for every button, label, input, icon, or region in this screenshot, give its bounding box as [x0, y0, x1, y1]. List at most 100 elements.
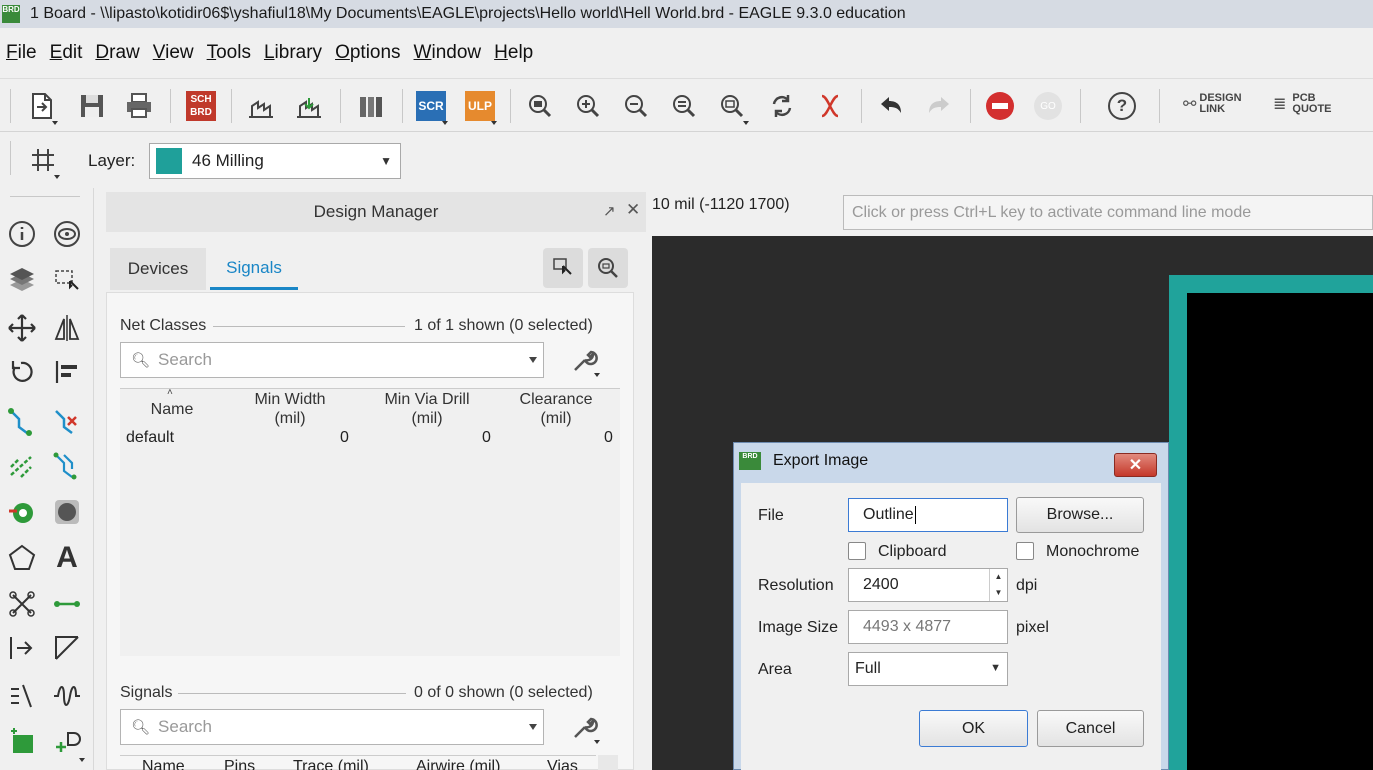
dialog-close-button[interactable]: ✕ [1114, 453, 1157, 477]
align-icon[interactable] [47, 352, 87, 392]
left-toolbox: A [0, 188, 94, 770]
monochrome-label: Monochrome [1046, 543, 1140, 560]
wrench-icon[interactable] [568, 343, 602, 377]
file-name-input[interactable]: Outline [848, 498, 1008, 532]
area-select[interactable]: Full ▼ [848, 652, 1008, 686]
menu-window[interactable]: Window [408, 42, 488, 64]
spin-down-icon[interactable]: ▼ [990, 585, 1007, 601]
eye-icon[interactable] [47, 214, 87, 254]
print-icon[interactable] [120, 87, 158, 125]
redo-icon[interactable] [920, 87, 958, 125]
wrench-icon[interactable] [568, 710, 602, 744]
resolution-spinbox[interactable]: 2400 ▲ ▼ [848, 568, 1008, 602]
wire-icon[interactable] [47, 584, 87, 624]
layer-select[interactable]: 46 Milling ▼ [149, 143, 401, 179]
column-min-via-drill[interactable]: Min Via Drill (mil) [372, 390, 482, 428]
line-icon[interactable] [47, 628, 87, 668]
cancel-button[interactable]: Cancel [1037, 710, 1144, 747]
spin-up-icon[interactable]: ▲ [990, 569, 1007, 585]
image-size-label: Image Size [758, 619, 839, 636]
ulp-icon[interactable]: ULP [461, 87, 499, 125]
autoroute-icon[interactable] [47, 446, 87, 486]
column-vias[interactable]: Vias [547, 758, 578, 770]
menu-view[interactable]: View [147, 42, 200, 64]
mirror-icon[interactable] [47, 308, 87, 348]
dialog-title-bar: BRD Export Image [739, 452, 868, 470]
zoom-previous-icon[interactable] [665, 87, 703, 125]
text-icon[interactable]: A [47, 538, 87, 578]
polygon-icon[interactable] [2, 538, 42, 578]
ok-button[interactable]: OK [919, 710, 1028, 747]
command-line-input[interactable]: Click or press Ctrl+L key to activate co… [843, 195, 1373, 230]
zoom-fit-icon[interactable] [521, 87, 559, 125]
tab-devices[interactable]: Devices [110, 248, 206, 290]
via-icon[interactable] [2, 492, 42, 532]
close-icon[interactable]: ✕ [626, 200, 640, 220]
net-classes-search-input[interactable]: 🔍︎ Search [120, 342, 544, 378]
hole-icon[interactable] [47, 492, 87, 532]
sch-brd-switch-icon[interactable]: SCH BRD [182, 87, 220, 125]
ripup-icon[interactable] [47, 402, 87, 442]
help-icon[interactable]: ? [1103, 87, 1141, 125]
column-clearance[interactable]: Clearance (mil) [510, 390, 602, 428]
ratsnest-icon[interactable] [811, 87, 849, 125]
dialog-title: Export Image [773, 452, 869, 469]
attribute-icon[interactable] [2, 628, 42, 668]
zoom-select-icon[interactable] [713, 87, 751, 125]
move-icon[interactable] [2, 308, 42, 348]
menu-draw[interactable]: Draw [89, 42, 145, 64]
meander-icon[interactable] [2, 676, 42, 716]
go-icon[interactable]: GO [1029, 87, 1067, 125]
add-component-icon[interactable] [2, 722, 42, 762]
column-min-width[interactable]: Min Width (mil) [240, 390, 340, 428]
signals-search-input[interactable]: 🔍︎ Search [120, 709, 544, 745]
route-icon[interactable] [2, 402, 42, 442]
new-file-icon[interactable] [22, 87, 60, 125]
zoom-to-icon[interactable] [588, 248, 628, 288]
zoom-out-icon[interactable] [617, 87, 655, 125]
design-link-button[interactable]: ⚯ DESIGN LINK [1183, 93, 1245, 115]
group-select-icon[interactable] [47, 260, 87, 300]
resolution-unit: dpi [1016, 577, 1038, 594]
undock-icon[interactable]: ↗ [603, 202, 616, 220]
menu-file[interactable]: File [0, 42, 43, 64]
menu-options[interactable]: Options [329, 42, 406, 64]
select-mode-icon[interactable] [543, 248, 583, 288]
add-connector-icon[interactable] [47, 722, 87, 762]
column-trace[interactable]: Trace (mil) [293, 758, 369, 770]
waveform-icon[interactable] [47, 676, 87, 716]
column-pins[interactable]: Pins [224, 758, 255, 770]
zoom-in-icon[interactable] [569, 87, 607, 125]
pcb-quote-button[interactable]: ≣ PCB QUOTE [1273, 93, 1332, 115]
save-icon[interactable] [73, 87, 111, 125]
net-junction-icon[interactable] [2, 584, 42, 624]
library-books-icon[interactable] [352, 87, 390, 125]
cam-processor-icon[interactable] [242, 87, 280, 125]
browse-button[interactable]: Browse... [1016, 497, 1144, 533]
stop-icon[interactable] [981, 87, 1019, 125]
chevron-down-icon: ▼ [990, 662, 1001, 674]
column-airwire[interactable]: Airwire (mil) [416, 758, 500, 770]
manufacturing-icon[interactable] [290, 87, 328, 125]
coordinate-readout: 10 mil (-1120 1700) [652, 196, 790, 213]
script-icon[interactable]: SCR [412, 87, 450, 125]
undo-icon[interactable] [872, 87, 910, 125]
scrollbar[interactable] [598, 755, 618, 770]
fanout-icon[interactable] [2, 446, 42, 486]
rotate-icon[interactable] [2, 352, 42, 392]
tab-signals[interactable]: Signals [210, 248, 298, 290]
grid-icon[interactable] [24, 141, 62, 179]
menu-edit[interactable]: Edit [44, 42, 89, 64]
clipboard-checkbox[interactable] [848, 542, 866, 560]
search-icon: 🔍︎ [131, 719, 151, 736]
redraw-icon[interactable] [763, 87, 801, 125]
column-name[interactable]: Name [142, 758, 185, 770]
menu-help[interactable]: Help [488, 42, 539, 64]
menu-library[interactable]: Library [258, 42, 328, 64]
layers-icon[interactable] [2, 260, 42, 300]
menu-tools[interactable]: Tools [201, 42, 257, 64]
monochrome-checkbox[interactable] [1016, 542, 1034, 560]
info-icon[interactable] [2, 214, 42, 254]
column-name[interactable]: Name [140, 400, 204, 419]
table-row[interactable]: default 0 0 0 [120, 429, 620, 451]
